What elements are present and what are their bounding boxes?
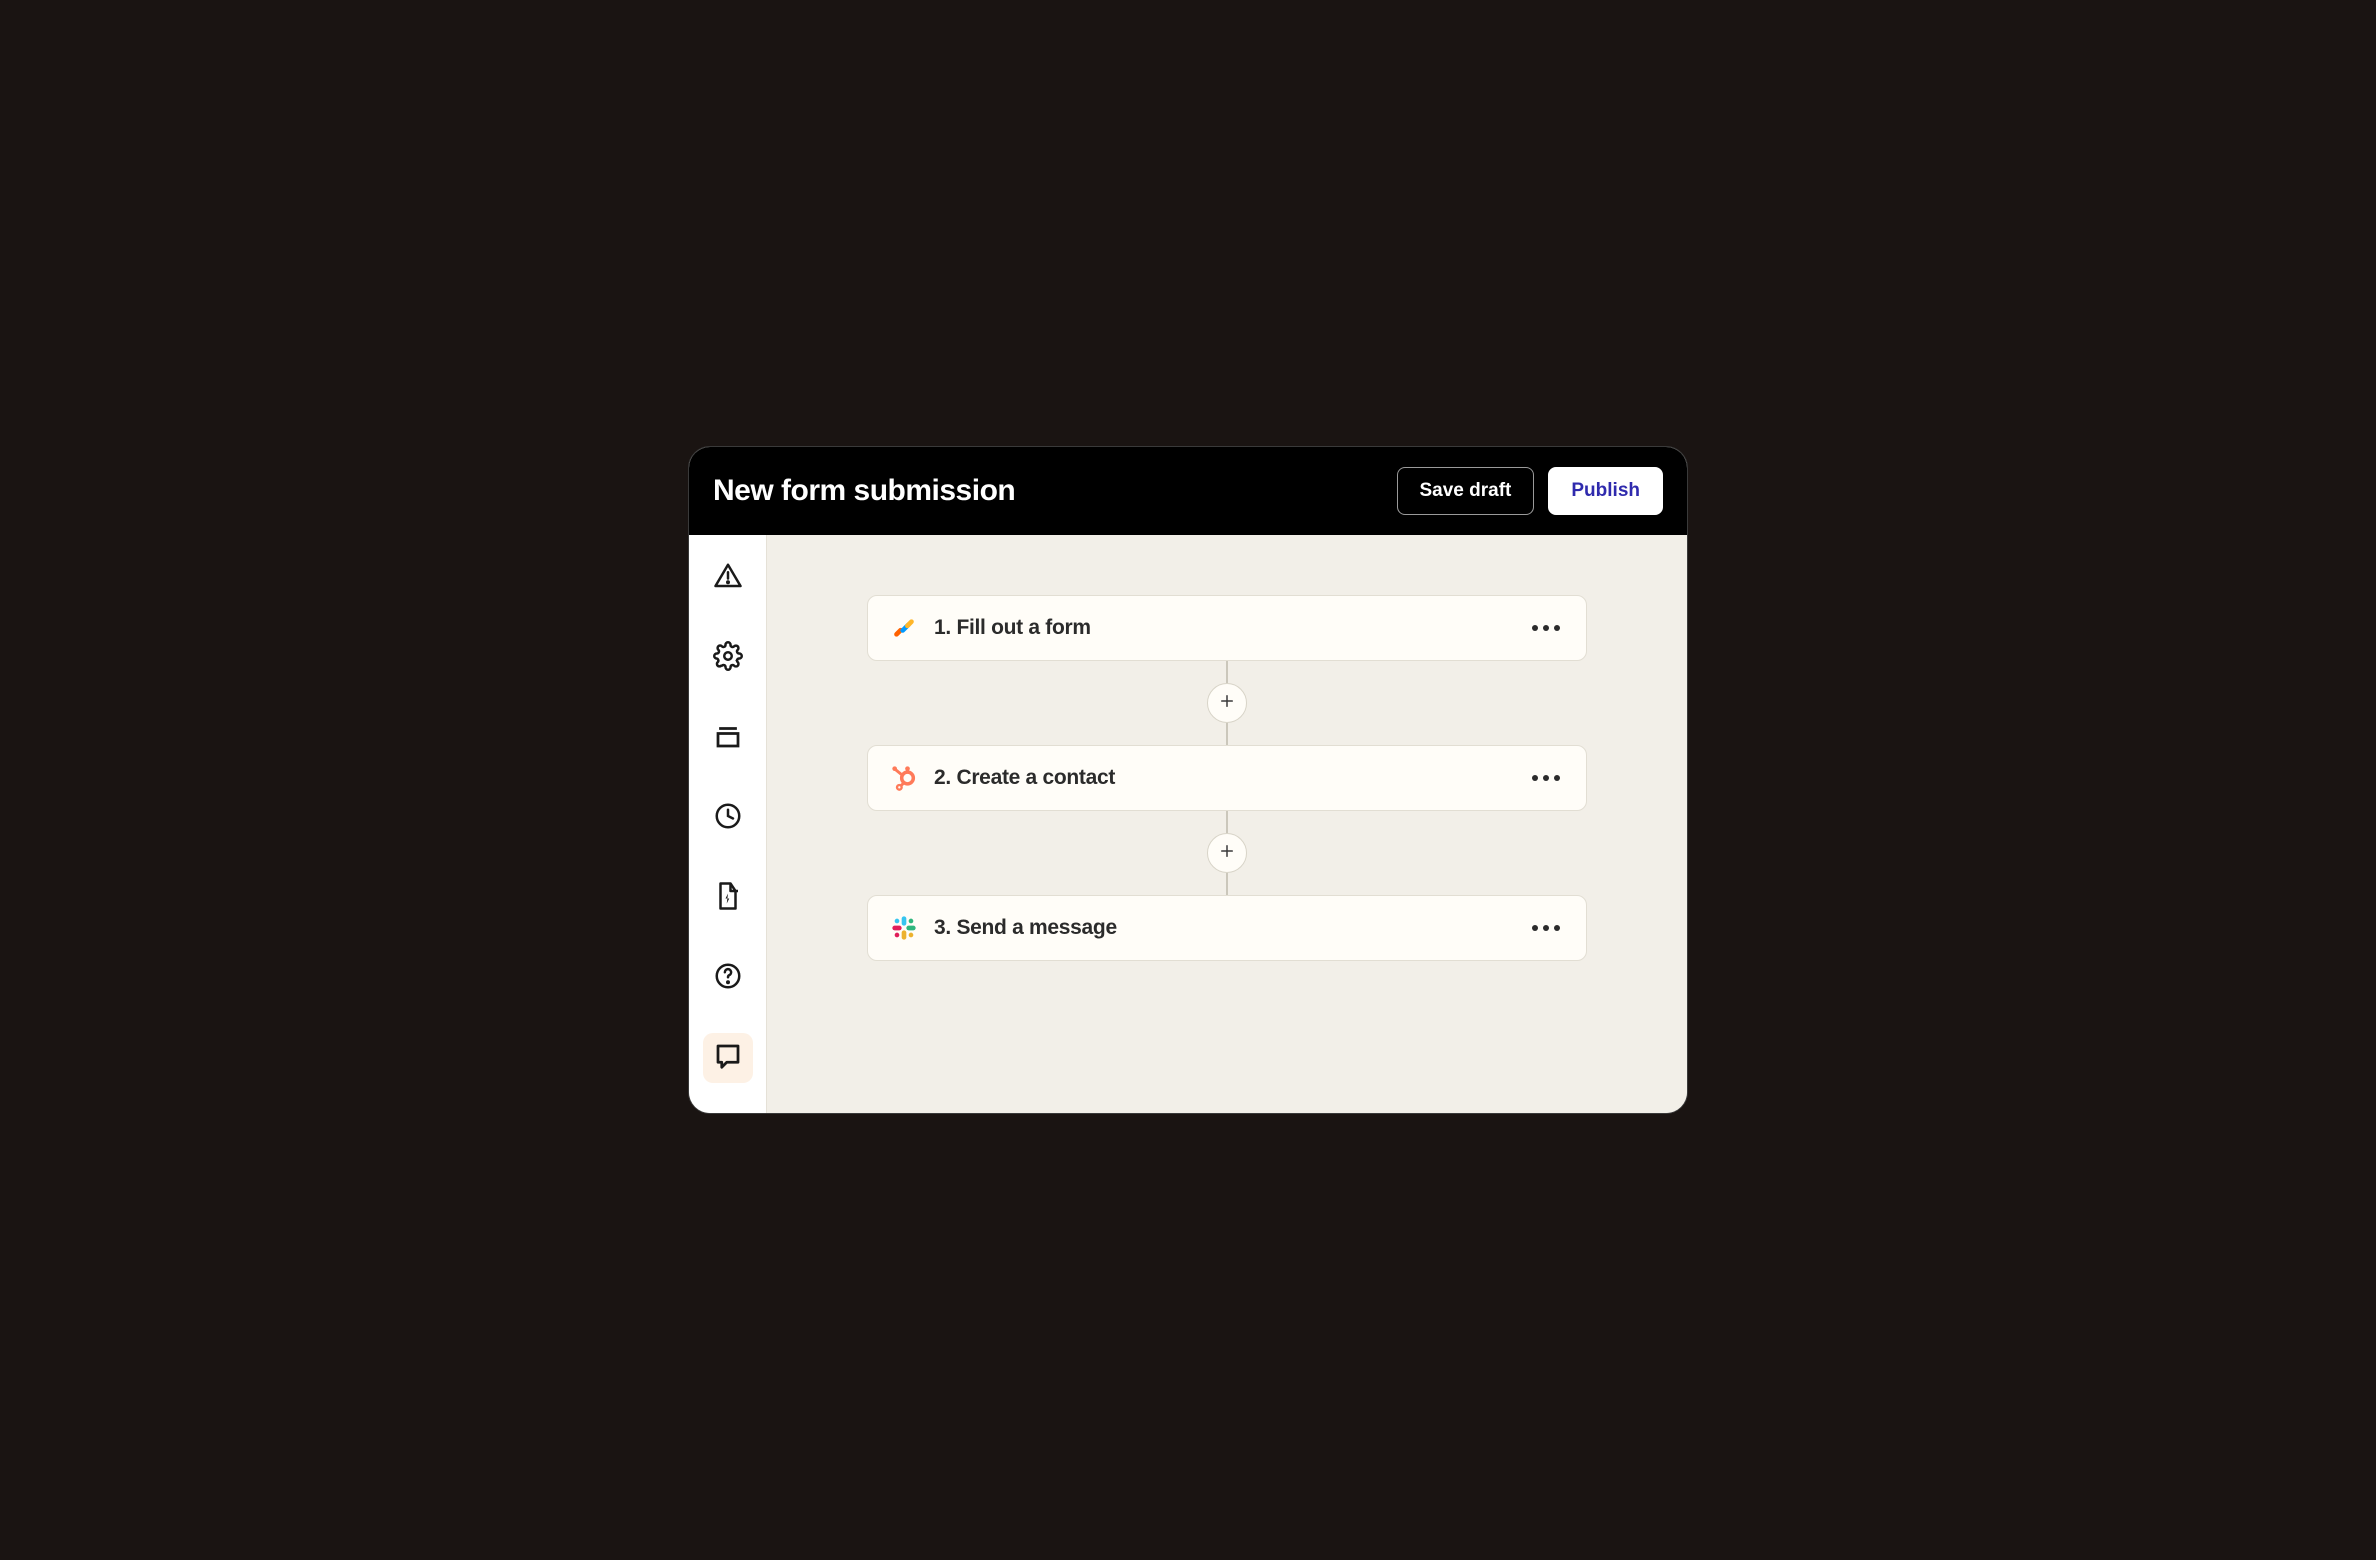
plus-icon [1218,692,1236,715]
slack-icon [890,914,918,942]
connector-line [1226,811,1228,833]
gear-icon [713,641,743,676]
page-title: New form submission [713,474,1015,508]
more-menu-button[interactable] [1528,921,1564,935]
header-actions: Save draft Publish [1397,467,1664,515]
hubspot-icon [890,764,918,792]
step-label: 2. Create a contact [934,766,1512,790]
save-draft-button[interactable]: Save draft [1397,467,1535,515]
sidebar-item-history[interactable] [703,793,753,843]
help-circle-icon [713,961,743,996]
file-bolt-icon [713,881,743,916]
plus-icon [1218,842,1236,865]
more-menu-button[interactable] [1528,621,1564,635]
workflow-step[interactable]: 2. Create a contact [867,745,1587,811]
sidebar-item-settings[interactable] [703,633,753,683]
workflow-step[interactable]: 3. Send a message [867,895,1587,961]
jotform-icon [890,614,918,642]
stack-icon [713,721,743,756]
workflow-flow: 1. Fill out a form [867,595,1587,961]
workflow-canvas: 1. Fill out a form [767,535,1687,1113]
step-label: 1. Fill out a form [934,616,1512,640]
sidebar-item-alert[interactable] [703,553,753,603]
add-step-button[interactable] [1207,683,1247,723]
step-label: 3. Send a message [934,916,1512,940]
sidebar-item-comment[interactable] [703,1033,753,1083]
sidebar-item-stack[interactable] [703,713,753,763]
alert-triangle-icon [713,561,743,596]
more-menu-button[interactable] [1528,771,1564,785]
connector-line [1226,723,1228,745]
comment-icon [713,1041,743,1076]
clock-icon [713,801,743,836]
sidebar [689,535,767,1113]
sidebar-item-power[interactable] [703,873,753,923]
add-step-button[interactable] [1207,833,1247,873]
sidebar-item-help[interactable] [703,953,753,1003]
connector-line [1226,661,1228,683]
connector-line [1226,873,1228,895]
connector [1207,811,1247,895]
workflow-step[interactable]: 1. Fill out a form [867,595,1587,661]
header-bar: New form submission Save draft Publish [689,447,1687,535]
body: 1. Fill out a form [689,535,1687,1113]
app-window: New form submission Save draft Publish [688,446,1688,1114]
publish-button[interactable]: Publish [1548,467,1663,515]
connector [1207,661,1247,745]
